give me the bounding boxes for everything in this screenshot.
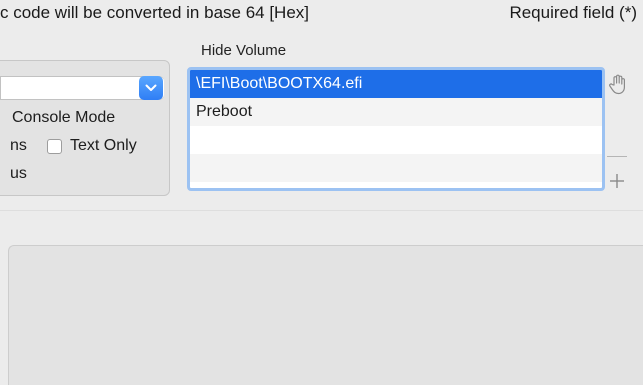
volume-path-cell: \EFI\Boot\BOOTX64.efi <box>196 75 363 92</box>
side-divider <box>607 156 627 157</box>
chevron-down-icon <box>145 84 157 91</box>
option-row3-label: us <box>10 165 27 182</box>
option-row2-label: ns <box>10 137 27 154</box>
table-row[interactable]: Preboot <box>190 98 602 126</box>
hand-icon[interactable] <box>608 73 628 99</box>
hide-volume-label: Hide Volume <box>201 42 287 59</box>
text-only-label: Text Only <box>70 137 137 154</box>
lower-group-box <box>8 245 643 385</box>
volume-path-cell: Preboot <box>196 103 253 120</box>
base64-notice: c code will be converted in base 64 [Hex… <box>0 3 310 22</box>
popup-arrow-button[interactable] <box>139 76 163 100</box>
plus-icon[interactable] <box>608 172 626 194</box>
hide-volume-table[interactable]: \EFI\Boot\BOOTX64.efi Preboot <box>187 67 605 191</box>
section-divider <box>0 210 643 211</box>
text-only-checkbox[interactable] <box>47 139 62 154</box>
table-row[interactable]: \EFI\Boot\BOOTX64.efi <box>190 70 602 98</box>
table-row[interactable] <box>190 126 602 154</box>
console-mode-label: Console Mode <box>12 109 116 126</box>
table-row[interactable] <box>190 154 602 182</box>
required-field-note: Required field (*) <box>509 3 637 22</box>
